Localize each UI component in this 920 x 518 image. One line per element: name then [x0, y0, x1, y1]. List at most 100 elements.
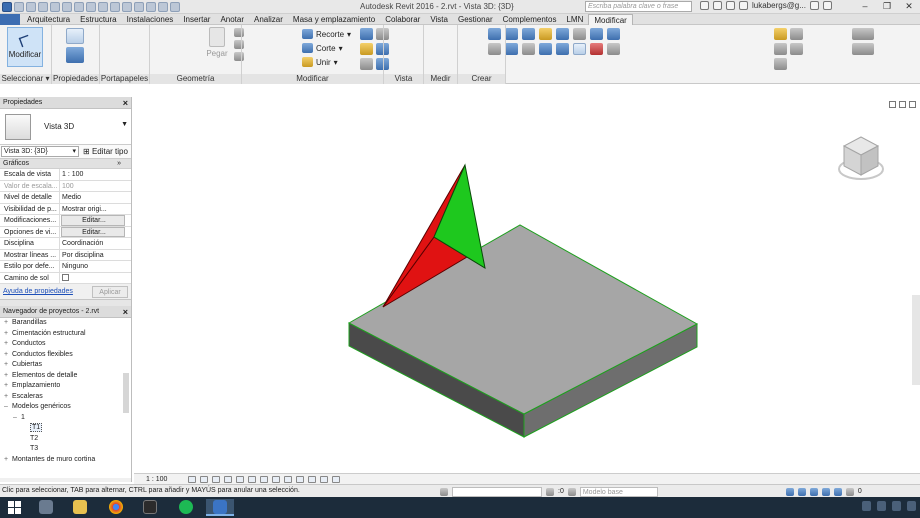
property-value[interactable]: Mostrar origi... — [60, 204, 131, 215]
extend-icon[interactable] — [607, 43, 620, 55]
tree-item[interactable]: + Emplazamiento — [0, 381, 131, 392]
design-options-icon[interactable] — [546, 488, 554, 496]
slab-top[interactable] — [347, 224, 699, 415]
edit-property-button[interactable]: Editar... — [61, 226, 125, 237]
tree-item[interactable]: + Conductos — [0, 339, 131, 350]
worksharing-icon[interactable] — [320, 475, 328, 483]
exchange-icon[interactable] — [809, 1, 819, 10]
dimension-tool-icon[interactable] — [852, 43, 874, 55]
tree-item[interactable]: T3 — [0, 444, 131, 455]
reveal-hidden-icon[interactable] — [296, 475, 304, 483]
redo-icon[interactable] — [62, 2, 72, 12]
rotate-icon[interactable] — [522, 43, 535, 55]
expand-icon[interactable]: + — [4, 318, 12, 329]
thin-lines-icon[interactable] — [146, 2, 156, 12]
visual-style-icon[interactable] — [200, 475, 208, 483]
tab-insertar[interactable]: Insertar — [178, 14, 215, 24]
text-icon[interactable] — [110, 2, 120, 12]
linework-icon[interactable] — [790, 43, 803, 55]
view-scale[interactable]: 1 : 100 — [146, 476, 186, 483]
tree-item[interactable]: + Cimentación estructural — [0, 329, 131, 340]
trim-icon[interactable] — [590, 28, 603, 40]
render-icon[interactable] — [236, 475, 244, 483]
select-pinned-icon[interactable] — [809, 488, 818, 496]
viewcube-icon[interactable] — [838, 136, 884, 180]
subscription-icon[interactable] — [713, 1, 722, 10]
modify-button[interactable]: Modificar — [7, 27, 43, 67]
user-name[interactable]: lukabergs@g... — [752, 1, 806, 10]
tab-estructura[interactable]: Estructura — [75, 14, 121, 24]
editable-only-icon[interactable] — [567, 488, 576, 496]
taskbar-spotify[interactable] — [172, 499, 200, 516]
tab-instalaciones[interactable]: Instalaciones — [122, 14, 179, 24]
expand-icon[interactable]: + — [4, 381, 12, 392]
measure-icon[interactable] — [86, 2, 96, 12]
design-option-select[interactable]: Modelo base — [579, 487, 658, 497]
notifications-icon[interactable] — [907, 501, 916, 511]
sun-path-checkbox[interactable] — [62, 274, 69, 282]
3d-viewport[interactable] — [134, 97, 920, 473]
array-icon[interactable] — [556, 43, 569, 55]
network-icon[interactable] — [877, 501, 886, 511]
filter-icon[interactable] — [845, 488, 854, 496]
dimension-icon[interactable] — [98, 2, 108, 12]
taskbar-app-1[interactable] — [32, 499, 60, 516]
minimize-button[interactable]: – — [854, 0, 876, 13]
select-by-face-icon[interactable] — [821, 488, 830, 496]
expand-icon[interactable]: + — [4, 350, 12, 361]
properties-help-link[interactable]: Ayuda de propiedades — [3, 288, 73, 295]
print-icon[interactable] — [74, 2, 84, 12]
user-icon[interactable] — [739, 1, 748, 10]
temp-hide-icon[interactable] — [284, 475, 292, 483]
tab-masa[interactable]: Masa y emplazamiento — [288, 14, 380, 24]
tab-anotar[interactable]: Anotar — [215, 14, 249, 24]
temp-view-props-icon[interactable] — [308, 475, 316, 483]
tab-analizar[interactable]: Analizar — [249, 14, 288, 24]
tree-item[interactable]: + Montantes de muro cortina — [0, 455, 131, 466]
graphics-section[interactable]: Gráficos » — [0, 159, 131, 169]
taskbar-app-4[interactable] — [136, 499, 164, 516]
tree-item[interactable]: + Cubiertas — [0, 360, 131, 371]
floor-slab[interactable] — [347, 224, 699, 438]
file-tab[interactable] — [0, 14, 20, 25]
expand-icon[interactable]: + — [4, 392, 12, 403]
trim-extend-icon[interactable] — [539, 43, 552, 55]
property-value[interactable]: Por disciplina — [60, 250, 131, 261]
properties-icon[interactable] — [66, 28, 84, 44]
override-icon[interactable] — [774, 43, 787, 55]
type-selector[interactable]: Vista 3D ▼ — [0, 109, 131, 145]
tab-gestionar[interactable]: Gestionar — [453, 14, 498, 24]
expand-icon[interactable]: + — [4, 329, 12, 340]
hide-icon[interactable] — [790, 28, 803, 40]
property-value[interactable]: Coordinación — [60, 238, 131, 249]
analytical-model-icon[interactable] — [332, 475, 340, 483]
tree-item[interactable]: – Modelos genéricos — [0, 402, 131, 413]
mirror-draw-icon[interactable] — [539, 28, 552, 40]
measure-between-icon[interactable] — [852, 28, 874, 40]
shadows-icon[interactable] — [224, 475, 232, 483]
windows-start-icon[interactable] — [8, 501, 21, 514]
scale-icon[interactable] — [607, 28, 620, 40]
edit-type-button[interactable]: ⊞ Editar tipo — [83, 147, 128, 156]
collapse-tree-icon[interactable]: – — [4, 402, 12, 413]
tree-item[interactable]: + Conductos flexibles — [0, 350, 131, 361]
select-underlay-icon[interactable] — [797, 488, 806, 496]
detail-level-icon[interactable] — [188, 475, 196, 483]
property-value[interactable]: Ninguno — [60, 261, 131, 272]
taskbar-revit[interactable] — [206, 499, 234, 516]
delete-icon[interactable] — [590, 43, 603, 55]
copy-element-icon[interactable] — [505, 43, 518, 55]
expand-icon[interactable]: + — [4, 371, 12, 382]
lightbulb-icon[interactable] — [774, 28, 787, 40]
undo-icon[interactable] — [50, 2, 60, 12]
expand-icon[interactable]: + — [4, 339, 12, 350]
3d-view-icon[interactable] — [122, 2, 132, 12]
collapse-tree-icon[interactable]: – — [13, 413, 21, 424]
tab-arquitectura[interactable]: Arquitectura — [22, 14, 75, 24]
close-browser-icon[interactable]: × — [123, 306, 128, 318]
lock-view-icon[interactable] — [272, 475, 280, 483]
volume-icon[interactable] — [892, 501, 901, 511]
sync-icon[interactable] — [38, 2, 48, 12]
tray-icon-1[interactable] — [862, 501, 871, 511]
maximize-button[interactable]: ❐ — [876, 0, 898, 13]
